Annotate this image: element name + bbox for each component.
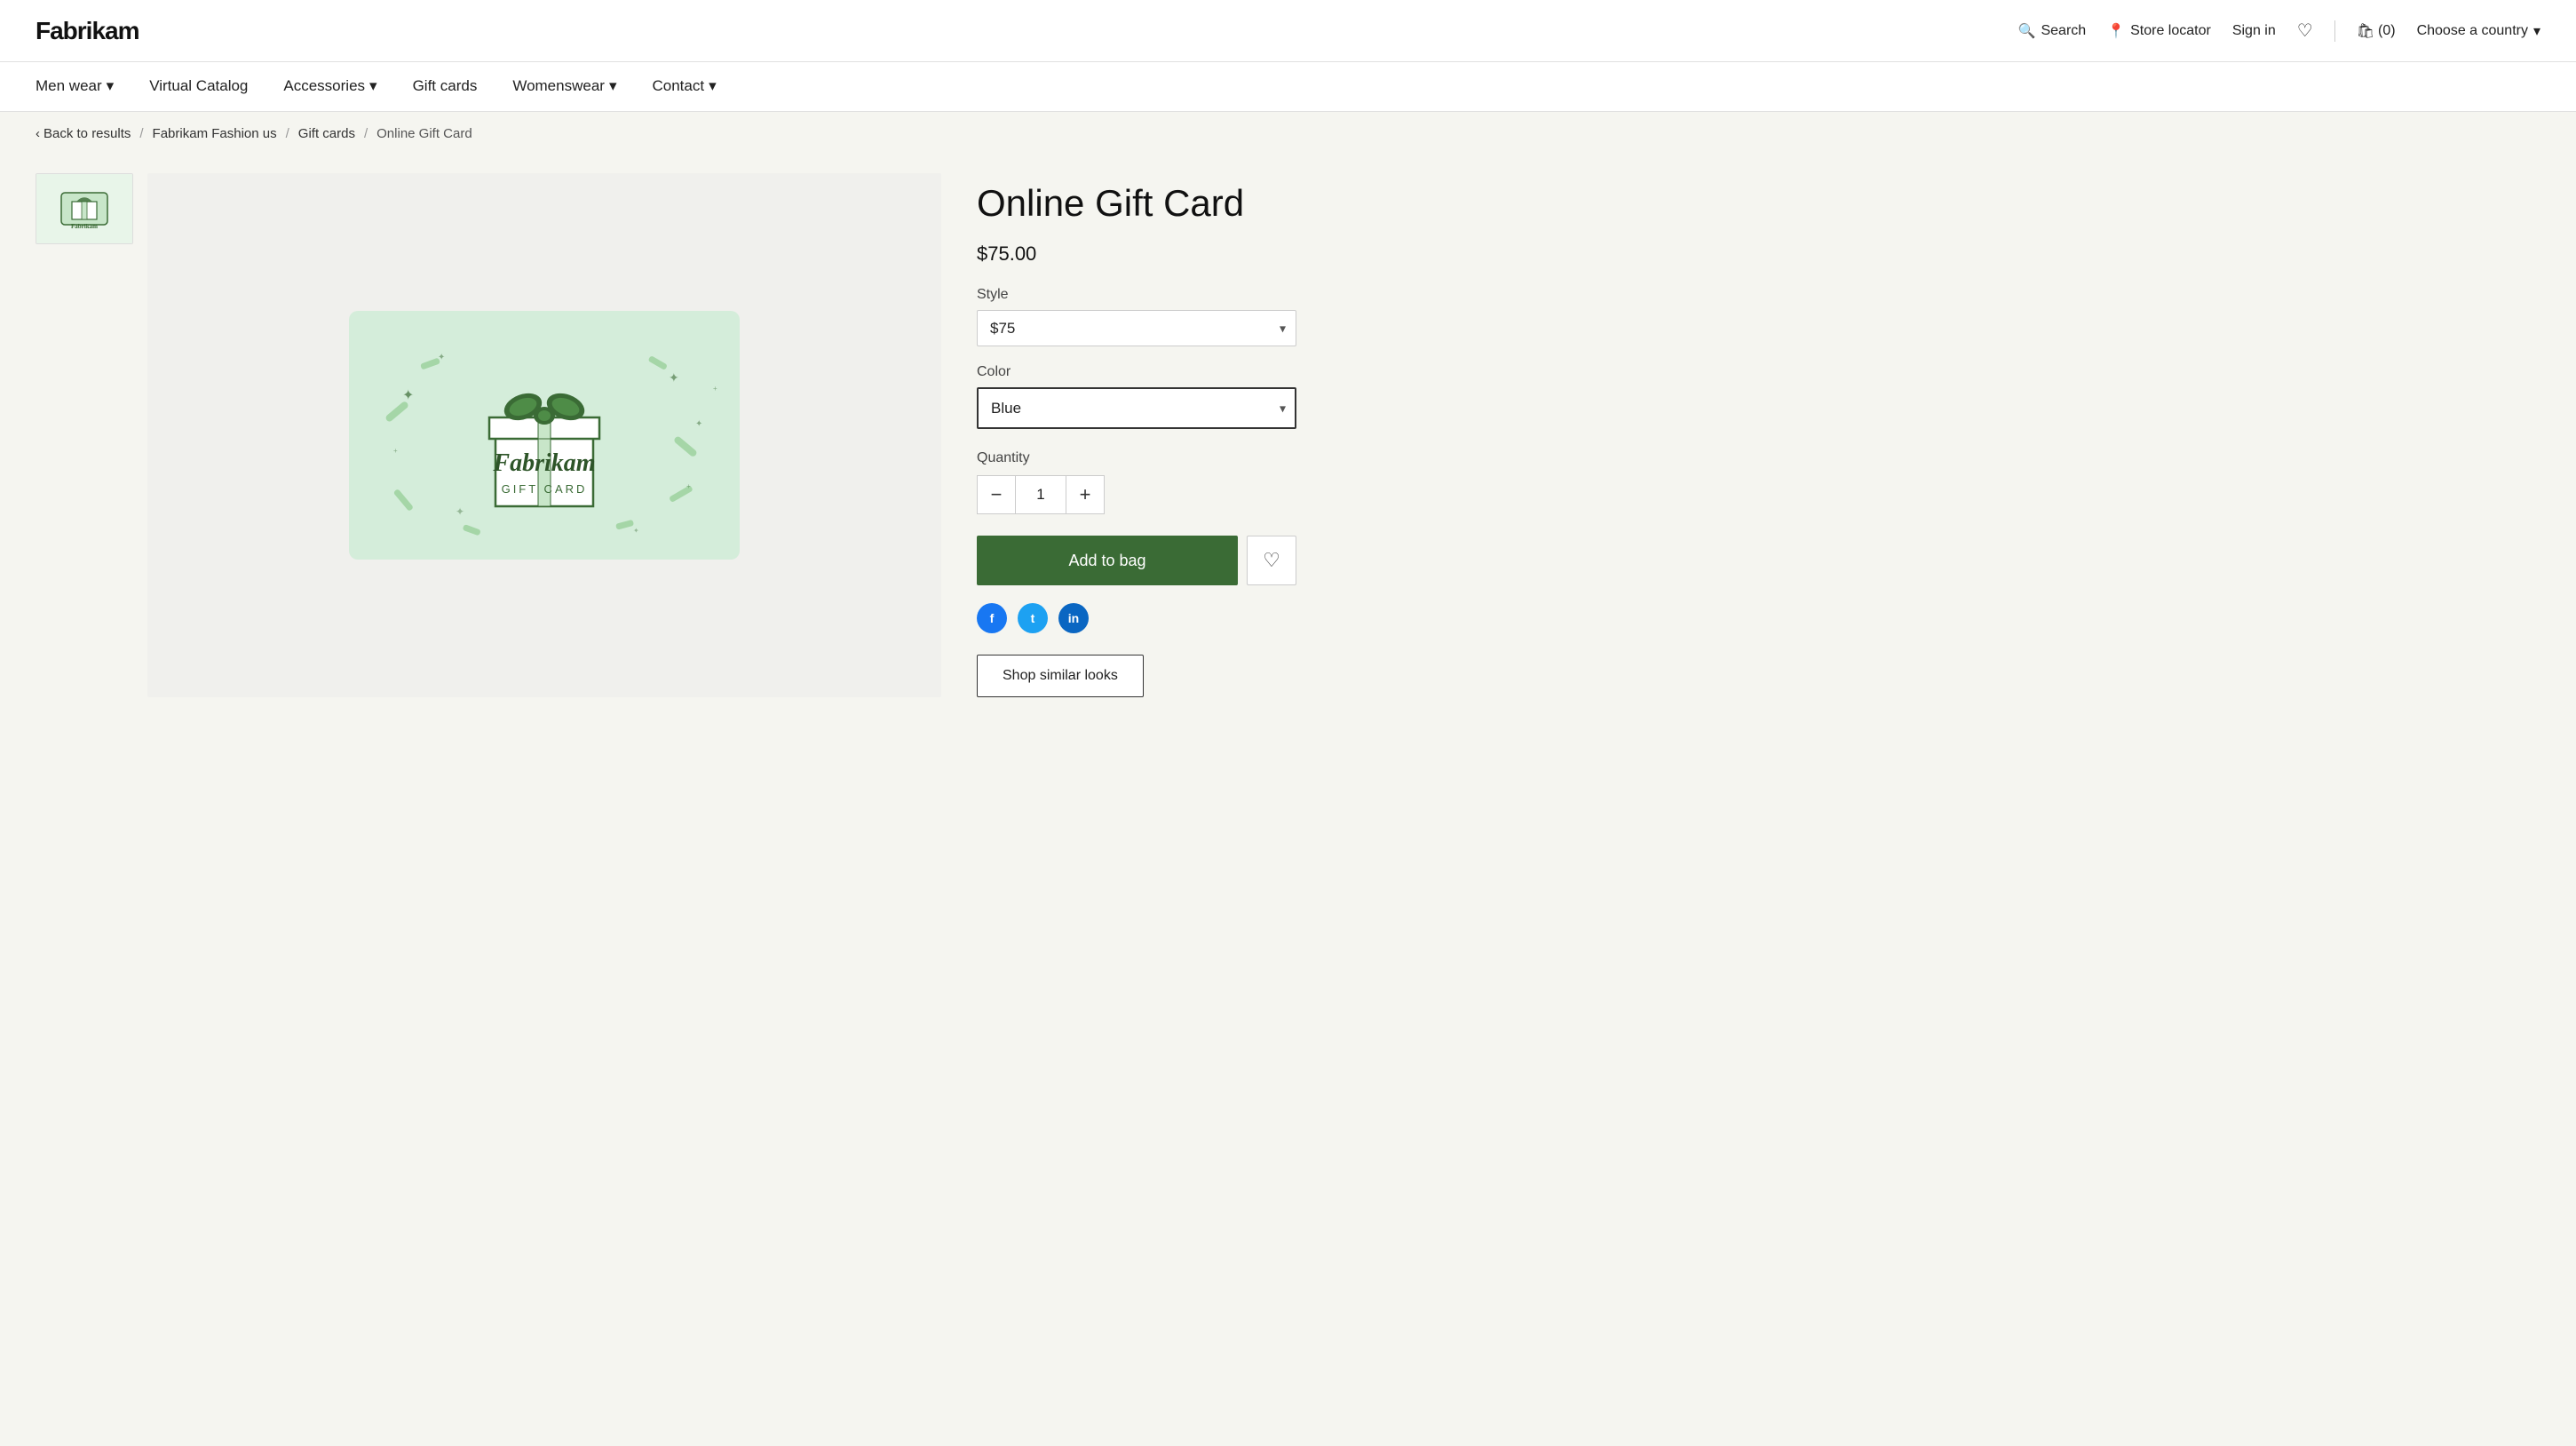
svg-text:✦: ✦ [402, 388, 414, 403]
nav-item-gift-cards[interactable]: Gift cards [413, 62, 478, 111]
header: Fabrikam 🔍 Search 📍 Store locator Sign i… [0, 0, 2576, 62]
social-share-row: f t in [977, 603, 1296, 633]
twitter-icon: t [1031, 611, 1035, 625]
nav-item-virtual-catalog[interactable]: Virtual Catalog [149, 62, 248, 111]
svg-text:+: + [686, 482, 691, 490]
bag-count: (0) [2378, 23, 2396, 39]
wishlist-button[interactable]: ♡ [1247, 536, 1296, 585]
quantity-label: Quantity [977, 450, 1296, 466]
back-label: Back to results [44, 126, 131, 141]
quantity-row: − 1 + [977, 475, 1137, 514]
breadcrumb-current: Online Gift Card [376, 126, 472, 141]
search-label: Search [2041, 23, 2086, 39]
linkedin-share-button[interactable]: in [1058, 603, 1089, 633]
svg-text:✦: ✦ [438, 353, 445, 362]
color-label: Color [977, 364, 1296, 380]
store-locator-label: Store locator [2130, 23, 2211, 39]
breadcrumb-separator: / [139, 126, 143, 141]
svg-text:✦: ✦ [695, 419, 702, 429]
style-select[interactable]: $25 $50 $75 $100 $150 $200 [977, 310, 1296, 346]
breadcrumb-category-link[interactable]: Gift cards [298, 126, 355, 141]
country-label: Choose a country [2417, 23, 2528, 39]
svg-text:Fabrikam: Fabrikam [492, 449, 595, 477]
main-nav: Men wear ▾ Virtual Catalog Accessories ▾… [0, 62, 2576, 112]
chevron-left-icon: ‹ [36, 126, 40, 141]
product-price: $75.00 [977, 242, 1296, 266]
nav-item-womenswear[interactable]: Womenswear ▾ [512, 62, 616, 111]
breadcrumb-separator: / [364, 126, 368, 141]
bag-button[interactable]: 🛍 (0) [2357, 22, 2396, 40]
svg-text:GIFT CARD: GIFT CARD [502, 482, 588, 496]
wishlist-header-icon[interactable]: ♡ [2297, 20, 2313, 42]
breadcrumb: ‹ Back to results / Fabrikam Fashion us … [0, 112, 2576, 155]
twitter-share-button[interactable]: t [1018, 603, 1048, 633]
quantity-decrease-button[interactable]: − [977, 475, 1016, 514]
bag-icon: 🛍 [2357, 22, 2374, 40]
logo[interactable]: Fabrikam [36, 17, 139, 45]
main-product-image: ✦ ✦ ✦ ✦ + + ✦ ✦ + [147, 173, 941, 697]
chevron-down-icon: ▾ [609, 77, 617, 95]
svg-text:+: + [393, 447, 398, 455]
header-divider [2334, 20, 2335, 42]
add-to-bag-button[interactable]: Add to bag [977, 536, 1238, 585]
gift-card-visual: ✦ ✦ ✦ ✦ + + ✦ ✦ + [349, 311, 740, 560]
thumbnail-1[interactable]: Fabrikam [36, 173, 133, 244]
add-to-bag-row: Add to bag ♡ [977, 536, 1296, 585]
svg-text:✦: ✦ [633, 527, 639, 535]
nav-item-contact[interactable]: Contact ▾ [653, 62, 717, 111]
product-title: Online Gift Card [977, 182, 1296, 225]
chevron-down-icon: ▾ [107, 77, 115, 95]
facebook-share-button[interactable]: f [977, 603, 1007, 633]
nav-item-men-wear[interactable]: Men wear ▾ [36, 62, 114, 111]
svg-text:✦: ✦ [456, 505, 464, 518]
main-content: Fabrikam [0, 155, 1332, 751]
shop-similar-button[interactable]: Shop similar looks [977, 655, 1144, 697]
chevron-down-icon: ▾ [709, 77, 717, 95]
store-locator-button[interactable]: 📍 Store locator [2107, 22, 2211, 40]
search-icon: 🔍 [2018, 22, 2036, 40]
country-selector[interactable]: Choose a country ▾ [2417, 22, 2540, 40]
product-gallery: Fabrikam [36, 173, 941, 697]
color-selector-wrap: Blue Green Red Pink ▾ [977, 387, 1296, 429]
style-selector-wrap: $25 $50 $75 $100 $150 $200 ▾ [977, 310, 1296, 346]
thumbnail-column: Fabrikam [36, 173, 133, 697]
product-details: Online Gift Card $75.00 Style $25 $50 $7… [977, 173, 1296, 697]
breadcrumb-separator: / [286, 126, 289, 141]
chevron-down-icon: ▾ [2533, 22, 2540, 40]
quantity-value: 1 [1016, 475, 1066, 514]
svg-text:Fabrikam: Fabrikam [71, 223, 98, 228]
quantity-increase-button[interactable]: + [1066, 475, 1105, 514]
heart-icon: ♡ [1263, 549, 1280, 572]
location-icon: 📍 [2107, 22, 2125, 40]
breadcrumb-home-link[interactable]: Fabrikam Fashion us [153, 126, 277, 141]
facebook-icon: f [990, 611, 995, 625]
svg-text:+: + [713, 385, 717, 393]
back-to-results-link[interactable]: ‹ Back to results [36, 126, 131, 141]
nav-item-accessories[interactable]: Accessories ▾ [283, 62, 376, 111]
svg-text:✦: ✦ [669, 370, 679, 385]
header-right: 🔍 Search 📍 Store locator Sign in ♡ 🛍 (0)… [2018, 20, 2540, 42]
signin-button[interactable]: Sign in [2232, 23, 2276, 39]
chevron-down-icon: ▾ [369, 77, 377, 95]
color-select[interactable]: Blue Green Red Pink [977, 387, 1296, 429]
search-button[interactable]: 🔍 Search [2018, 22, 2087, 40]
linkedin-icon: in [1068, 611, 1079, 625]
style-label: Style [977, 287, 1296, 303]
